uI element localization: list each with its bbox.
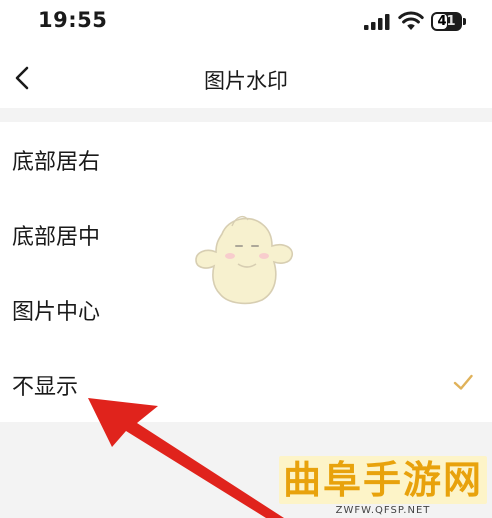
option-bottom-right[interactable]: 底部居右 [0, 122, 492, 197]
cellular-signal-icon [364, 14, 390, 30]
battery-icon: 41 [431, 12, 467, 31]
option-label: 底部居右 [12, 150, 101, 175]
status-bar: 19:55 41 [0, 0, 492, 50]
section-divider [0, 108, 492, 122]
option-label: 图片中心 [12, 300, 101, 325]
watermark-position-list: 底部居右 底部居中 图片中心 不显示 [0, 122, 492, 422]
checkmark-icon [453, 374, 473, 390]
site-logo-url: ZWFW.QFSP.NET [335, 505, 431, 516]
option-label: 底部居中 [12, 225, 101, 250]
option-hide[interactable]: 不显示 [0, 347, 492, 422]
battery-level: 41 [437, 14, 456, 29]
site-logo: 曲阜手游网 ZWFW.QFSP.NET [279, 456, 487, 516]
wifi-icon [398, 11, 424, 30]
status-time: 19:55 [38, 8, 108, 32]
option-bottom-center[interactable]: 底部居中 [0, 197, 492, 272]
page-title: 图片水印 [204, 69, 288, 93]
site-logo-text: 曲阜手游网 [283, 457, 484, 502]
option-image-center[interactable]: 图片中心 [0, 272, 492, 347]
option-label: 不显示 [12, 375, 79, 400]
nav-bar: 图片水印 [0, 50, 492, 108]
